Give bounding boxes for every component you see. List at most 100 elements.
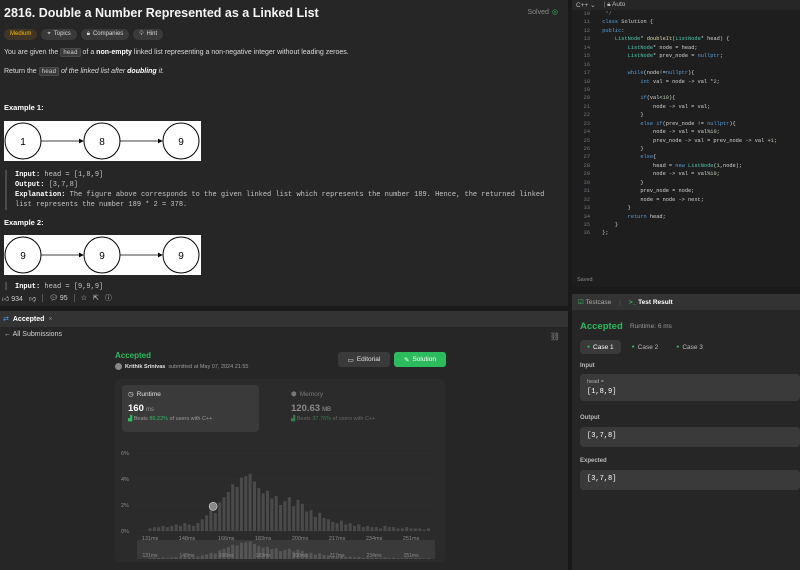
code-line[interactable]: 24 node -> val = val%10; bbox=[572, 128, 777, 136]
histogram-bar[interactable] bbox=[309, 510, 313, 531]
histogram-bar[interactable] bbox=[331, 521, 335, 531]
comments-button[interactable]: 💬︎ 95 bbox=[49, 294, 68, 302]
runtime-distribution-chart[interactable]: 6% 4% 2% 0% 131ms 148ms 166ms 183ms 200ms 217ms 23… bbox=[115, 439, 445, 562]
histogram-bar[interactable] bbox=[383, 525, 387, 531]
solution-button[interactable]: ✎ Solution bbox=[394, 352, 446, 367]
code-line[interactable]: 16 bbox=[572, 61, 777, 69]
histogram-bar[interactable] bbox=[165, 527, 169, 531]
mode-select[interactable]: | 🔒︎ Auto bbox=[604, 1, 626, 9]
histogram-bar[interactable] bbox=[231, 484, 235, 531]
histogram-bar[interactable] bbox=[252, 481, 256, 531]
histogram-bar[interactable] bbox=[426, 528, 430, 531]
user-avatar-marker[interactable] bbox=[208, 502, 218, 511]
code-line[interactable]: 11 class Solution { bbox=[572, 18, 777, 26]
code-line[interactable]: 35 } bbox=[572, 221, 777, 229]
code-line[interactable]: 26 } bbox=[572, 145, 777, 153]
histogram-bar[interactable] bbox=[183, 523, 187, 531]
histogram-bar[interactable] bbox=[361, 527, 365, 531]
histogram-bar[interactable] bbox=[239, 477, 243, 531]
code-line[interactable]: 17 while(node!=nullptr){ bbox=[572, 69, 777, 77]
code-line[interactable]: 12 public: bbox=[572, 27, 777, 35]
histogram-bar[interactable] bbox=[174, 524, 178, 532]
histogram-bar[interactable] bbox=[409, 528, 413, 531]
code-text[interactable]: } bbox=[599, 111, 643, 119]
code-text[interactable]: node -> val = val; bbox=[599, 103, 710, 111]
histogram-bar[interactable] bbox=[187, 524, 191, 532]
case-3-tab[interactable]: ● Case 3 bbox=[669, 340, 710, 354]
code-text[interactable]: } bbox=[599, 221, 618, 229]
histogram-bar[interactable] bbox=[170, 525, 174, 531]
code-line[interactable]: 15 ListNode* prev_node = nullptr; bbox=[572, 52, 777, 60]
code-line[interactable]: 20 if(val<10){ bbox=[572, 94, 777, 102]
histogram-bar[interactable] bbox=[339, 520, 343, 531]
code-line[interactable]: 30 } bbox=[572, 179, 777, 187]
histogram-bar[interactable] bbox=[257, 488, 261, 531]
code-area[interactable]: 10 */11 class Solution {12 public: 13 Lis… bbox=[572, 10, 777, 238]
histogram-bar[interactable] bbox=[218, 502, 222, 531]
histogram-bar[interactable] bbox=[322, 518, 326, 531]
histogram-bar[interactable] bbox=[335, 523, 339, 531]
histogram-bar[interactable] bbox=[296, 499, 300, 531]
histogram-bar[interactable] bbox=[418, 528, 422, 531]
histogram-bar[interactable] bbox=[196, 523, 200, 531]
code-line[interactable]: 34 return head; bbox=[572, 213, 777, 221]
histogram-bar[interactable] bbox=[226, 492, 230, 531]
histogram-bar[interactable] bbox=[374, 527, 378, 531]
histogram-bar[interactable] bbox=[318, 512, 322, 531]
code-text[interactable]: node = node -> next; bbox=[599, 196, 704, 204]
histogram-bar[interactable] bbox=[292, 506, 296, 531]
code-line[interactable]: 31 prev_node = node; bbox=[572, 187, 777, 195]
code-text[interactable]: int val = node -> val *2; bbox=[599, 78, 720, 86]
histogram-bar[interactable] bbox=[413, 528, 417, 531]
histogram-bar[interactable] bbox=[274, 495, 278, 531]
memory-card[interactable]: ⬢ Memory 120.63 MB ▟ Beats 37.76% of users… bbox=[285, 385, 422, 432]
close-icon[interactable]: × bbox=[48, 316, 52, 323]
histogram-bar[interactable] bbox=[157, 527, 161, 531]
code-text[interactable]: */ bbox=[599, 10, 611, 18]
code-line[interactable]: 25 prev_node -> val = prev_node -> val +… bbox=[572, 137, 777, 145]
like-button[interactable]: 👍︎ 934 bbox=[2, 294, 23, 303]
code-line[interactable]: 13 ListNode* doubleIt(ListNode* head) { bbox=[572, 35, 777, 43]
histogram-bar[interactable] bbox=[396, 528, 400, 531]
code-text[interactable]: class Solution { bbox=[599, 18, 653, 26]
histogram-bar[interactable] bbox=[209, 510, 213, 531]
editorial-button[interactable]: ▭ Editorial bbox=[338, 352, 390, 367]
histogram-bar[interactable] bbox=[265, 490, 270, 531]
code-line[interactable]: 32 node = node -> next; bbox=[572, 196, 777, 204]
histogram-bar[interactable] bbox=[392, 527, 396, 531]
code-text[interactable]: if(val<10){ bbox=[599, 94, 675, 102]
share-icon[interactable]: ⇱ bbox=[93, 294, 99, 302]
runtime-card[interactable]: ◷ Runtime 160 ms ▟ Beats 89.22% of users w… bbox=[122, 385, 259, 432]
code-line[interactable]: 27 else{ bbox=[572, 153, 777, 161]
code-text[interactable]: } bbox=[599, 179, 643, 187]
case-1-tab[interactable]: ● Case 1 bbox=[580, 340, 621, 354]
case-2-tab[interactable]: ● Case 2 bbox=[625, 340, 666, 354]
histogram-bar[interactable] bbox=[357, 524, 361, 532]
histogram-bar[interactable] bbox=[379, 528, 383, 531]
code-text[interactable]: else{ bbox=[599, 153, 656, 161]
code-text[interactable]: }; bbox=[599, 229, 608, 237]
tab-test-result[interactable]: >_ Test Result bbox=[629, 299, 673, 306]
histogram-bar[interactable] bbox=[205, 515, 209, 531]
histogram-bar[interactable] bbox=[270, 498, 274, 532]
histogram-bar[interactable] bbox=[200, 519, 204, 531]
language-select[interactable]: C++ ⌄ bbox=[576, 1, 596, 9]
topics-tag[interactable]: ⌖ Topics bbox=[41, 29, 77, 40]
histogram-bar[interactable] bbox=[300, 503, 304, 531]
code-text[interactable]: node -> val = val%10; bbox=[599, 170, 720, 178]
code-text[interactable]: prev_node -> val = prev_node -> val +1; bbox=[599, 137, 777, 145]
code-line[interactable]: 18 int val = node -> val *2; bbox=[572, 78, 777, 86]
histogram-bar[interactable] bbox=[370, 527, 374, 531]
code-line[interactable]: 23 else if(prev_node != nullptr){ bbox=[572, 120, 777, 128]
code-line[interactable]: 22 } bbox=[572, 111, 777, 119]
histogram-bar[interactable] bbox=[222, 497, 226, 531]
code-text[interactable]: head = new ListNode(1,node); bbox=[599, 162, 742, 170]
code-text[interactable]: } bbox=[599, 145, 643, 153]
code-text[interactable]: while(node!=nullptr){ bbox=[599, 69, 695, 77]
author-name[interactable]: Krithik Srinivas bbox=[125, 364, 165, 370]
histogram-bar[interactable] bbox=[313, 516, 317, 531]
histogram-bar[interactable] bbox=[422, 529, 426, 531]
code-text[interactable]: return head; bbox=[599, 213, 666, 221]
code-text[interactable]: node -> val = val%10; bbox=[599, 128, 720, 136]
code-text[interactable]: ListNode* node = head; bbox=[599, 44, 698, 52]
